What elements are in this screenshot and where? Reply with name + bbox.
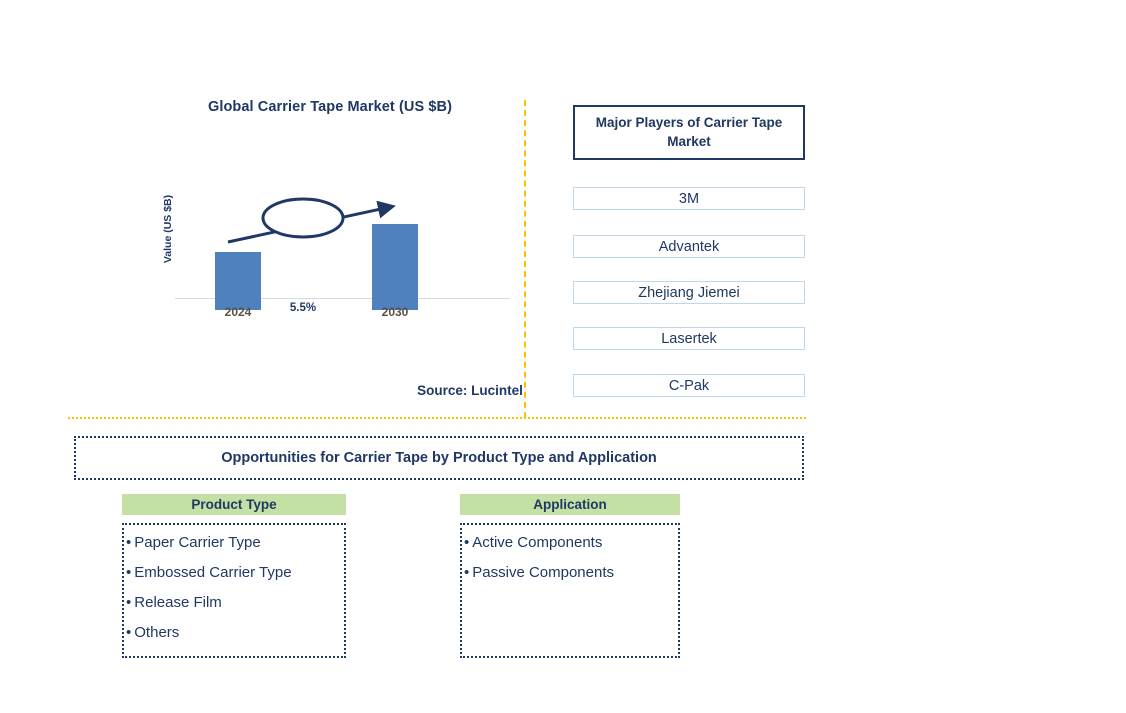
segment-list-item: • Others <box>126 625 342 640</box>
bullet-icon: • <box>126 534 132 551</box>
segment-column-application: Application • Active Components • Passive … <box>460 494 680 658</box>
segment-list-item: • Embossed Carrier Type <box>126 565 342 580</box>
segment-item-label: Release Film <box>134 594 222 611</box>
player-item: Advantek <box>573 235 805 258</box>
x-tick-2024: 2024 <box>224 305 252 319</box>
bullet-icon: • <box>126 594 132 611</box>
segment-list-item: • Paper Carrier Type <box>126 535 342 550</box>
chart-title: Global Carrier Tape Market (US $B) <box>207 99 453 115</box>
cagr-callout <box>227 197 396 244</box>
segment-item-label: Paper Carrier Type <box>134 534 261 551</box>
bullet-icon: • <box>464 564 470 581</box>
cagr-value-label: 5.5% <box>289 302 317 314</box>
segment-header: Application <box>460 494 680 515</box>
bullet-icon: • <box>126 564 132 581</box>
bullet-icon: • <box>126 624 132 641</box>
major-players-panel: Major Players of Carrier Tape Market 3M … <box>573 105 805 397</box>
vertical-divider <box>524 100 526 418</box>
segment-item-label: Embossed Carrier Type <box>134 564 292 581</box>
x-tick-2030: 2030 <box>381 305 409 319</box>
bullet-icon: • <box>464 534 470 551</box>
major-players-header: Major Players of Carrier Tape Market <box>573 105 805 160</box>
segment-item-label: Others <box>134 624 180 641</box>
player-item: C-Pak <box>573 374 805 397</box>
segment-item-label: Passive Components <box>472 564 615 581</box>
segment-item-label: Active Components <box>472 534 603 551</box>
horizontal-divider <box>68 417 806 419</box>
segment-column-product-type: Product Type • Paper Carrier Type • Emboss… <box>122 494 346 658</box>
chart-plot-area: Value (US $B) 5.5% 2024 2030 <box>150 185 510 319</box>
segment-header: Product Type <box>122 494 346 515</box>
market-chart-panel: Global Carrier Tape Market (US $B) Value… <box>150 95 523 415</box>
segment-list-item: • Release Film <box>126 595 342 610</box>
opportunities-banner: Opportunities for Carrier Tape by Produc… <box>74 436 804 480</box>
segment-body: • Paper Carrier Type • Embossed Carrier Ty… <box>122 523 346 658</box>
segment-body: • Active Components • Passive Components <box>460 523 680 658</box>
source-note: Source: Lucintel <box>417 383 523 398</box>
segment-list-item: • Active Components <box>464 535 676 550</box>
player-item: 3M <box>573 187 805 210</box>
infographic-canvas: Global Carrier Tape Market (US $B) Value… <box>0 0 1126 713</box>
player-item: Lasertek <box>573 327 805 350</box>
player-item: Zhejiang Jiemei <box>573 281 805 304</box>
segment-list-item: • Passive Components <box>464 565 676 580</box>
